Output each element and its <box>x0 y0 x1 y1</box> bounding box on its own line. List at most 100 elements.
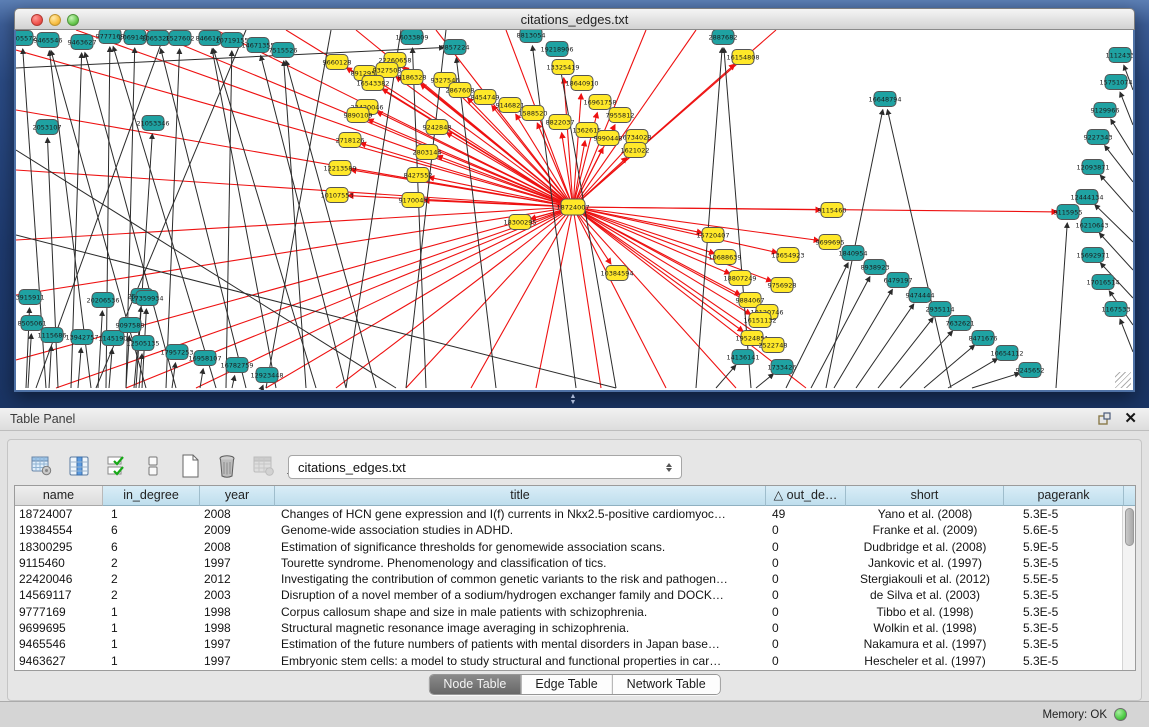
graph-node[interactable]: 2522748 <box>759 338 788 353</box>
table-cell[interactable]: 18300295 <box>15 539 103 555</box>
table-cell[interactable]: 14569117 <box>15 587 103 603</box>
table-cell[interactable]: 2009 <box>200 522 275 538</box>
table-cell[interactable]: 1 <box>103 636 200 652</box>
table-cell[interactable]: 0 <box>766 653 846 669</box>
graph-node[interactable]: 7632621 <box>946 316 975 331</box>
table-selector-dropdown[interactable]: citations_edges.txt <box>288 455 682 479</box>
table-row[interactable]: 1872400712008Changes of HCN gene express… <box>15 506 1122 522</box>
table-cell[interactable]: 9465546 <box>15 636 103 652</box>
graph-node[interactable]: 9242848 <box>423 120 452 135</box>
graph-node[interactable]: 1840954 <box>839 246 868 261</box>
table-cell[interactable]: Estimation of the future numbers of pati… <box>275 636 766 652</box>
table-cell[interactable]: 2 <box>103 587 200 603</box>
graph-node[interactable]: 2803144 <box>413 145 442 160</box>
graph-node[interactable]: 18640910 <box>565 76 598 91</box>
table-cell[interactable]: 0 <box>766 571 846 587</box>
graph-node[interactable]: 9990448 <box>594 131 623 146</box>
table-cell[interactable]: 5.3E-5 <box>1004 555 1124 571</box>
table-cell[interactable]: 9115460 <box>15 555 103 571</box>
table-cell[interactable]: de Silva et al. (2003) <box>846 587 1004 603</box>
graph-node[interactable]: 9756928 <box>768 278 797 293</box>
table-cell[interactable]: 0 <box>766 539 846 555</box>
graph-node[interactable]: 16154808 <box>726 50 759 65</box>
graph-node[interactable]: 13654923 <box>771 248 804 263</box>
graph-node[interactable]: 9474444 <box>906 288 935 303</box>
table-cell[interactable]: Jankovic et al. (1997) <box>846 555 1004 571</box>
tab-network-table[interactable]: Network Table <box>612 675 720 694</box>
column-header-title[interactable]: title <box>275 486 766 506</box>
graph-node[interactable]: 12093871 <box>1076 160 1109 175</box>
delete-table-icon[interactable] <box>215 454 239 478</box>
table-cell[interactable]: 0 <box>766 555 846 571</box>
float-window-icon[interactable] <box>1098 412 1112 426</box>
table-cell[interactable]: 2 <box>103 555 200 571</box>
graph-node[interactable]: 8427552 <box>404 168 433 183</box>
graph-node[interactable]: 16648794 <box>868 92 901 107</box>
graph-node[interactable]: 15720407 <box>696 228 729 243</box>
table-cell[interactable]: 6 <box>103 539 200 555</box>
table-cell[interactable]: 2008 <box>200 539 275 555</box>
panel-splitter[interactable]: ▲▼ <box>566 394 580 406</box>
table-cell[interactable]: 9463627 <box>15 653 103 669</box>
graph-node[interactable]: 3915911 <box>16 290 44 305</box>
table-cell[interactable]: Corpus callosum shape and size in male p… <box>275 604 766 620</box>
table-cell[interactable]: Stergiakouli et al. (2012) <box>846 571 1004 587</box>
table-cell[interactable]: 5.5E-5 <box>1004 571 1124 587</box>
table-row[interactable]: 969969511998Structural magnetic resonanc… <box>15 620 1122 636</box>
graph-node[interactable]: 13942757 <box>65 330 98 345</box>
column-header-pagerank[interactable]: pagerank <box>1004 486 1124 506</box>
graph-node[interactable]: 1115686 <box>38 328 67 343</box>
graph-node[interactable]: 9129966 <box>1091 103 1120 118</box>
column-chooser-icon[interactable] <box>67 454 91 478</box>
table-cell[interactable]: 5.3E-5 <box>1004 620 1124 636</box>
graph-node[interactable]: 8813054 <box>517 30 546 43</box>
table-cell[interactable]: 1 <box>103 506 200 522</box>
graph-node[interactable]: 9465546 <box>34 33 63 48</box>
graph-node[interactable]: 1527602 <box>166 31 195 46</box>
graph-node[interactable]: 8505061 <box>18 316 47 331</box>
tab-edge-table[interactable]: Edge Table <box>520 675 611 694</box>
table-cell[interactable]: 6 <box>103 522 200 538</box>
graph-node[interactable]: 9170043 <box>399 193 428 208</box>
graph-node[interactable]: 9227343 <box>1084 130 1113 145</box>
graph-node[interactable]: 9660128 <box>323 55 352 70</box>
table-cell[interactable]: Genome-wide association studies in ADHD. <box>275 522 766 538</box>
table-cell[interactable]: 18724007 <box>15 506 103 522</box>
graph-node[interactable]: 19218906 <box>540 42 573 57</box>
graph-node[interactable]: 10688639 <box>708 250 741 265</box>
graph-node[interactable]: 12444134 <box>1070 190 1103 205</box>
table-row[interactable]: 1830029562008Estimation of significance … <box>15 539 1122 555</box>
table-cell[interactable]: Tibbo et al. (1998) <box>846 604 1004 620</box>
table-cell[interactable]: 5.3E-5 <box>1004 653 1124 669</box>
table-cell[interactable]: 0 <box>766 522 846 538</box>
row-selection-icon[interactable] <box>104 454 128 478</box>
table-scrollbar[interactable] <box>1122 506 1135 670</box>
graph-node[interactable]: 18724007 <box>556 199 589 215</box>
table-cell[interactable]: 9699695 <box>15 620 103 636</box>
graph-node[interactable]: 2887682 <box>709 30 738 45</box>
graph-node[interactable]: 21053346 <box>136 116 169 131</box>
table-cell[interactable]: 1 <box>103 653 200 669</box>
table-cell[interactable]: 19384554 <box>15 522 103 538</box>
graph-node[interactable]: 9097588 <box>116 318 145 333</box>
table-cell[interactable]: 1997 <box>200 653 275 669</box>
graph-node[interactable]: 16961758 <box>583 95 616 110</box>
table-cell[interactable]: 5.3E-5 <box>1004 604 1124 620</box>
table-row[interactable]: 946362711997Embryonic stem cells: a mode… <box>15 653 1122 669</box>
table-cell[interactable]: 1997 <box>200 636 275 652</box>
scrollbar-thumb[interactable] <box>1125 508 1134 546</box>
table-settings-icon[interactable] <box>30 454 54 478</box>
graph-node[interactable]: 9463627 <box>68 35 97 50</box>
resize-grip[interactable] <box>1115 372 1131 388</box>
table-cell[interactable]: 1998 <box>200 604 275 620</box>
graph-node[interactable]: 1167533 <box>1102 302 1131 317</box>
column-header-short[interactable]: short <box>846 486 1004 506</box>
table-cell[interactable]: 0 <box>766 604 846 620</box>
table-cell[interactable]: 0 <box>766 620 846 636</box>
table-cell[interactable]: 49 <box>766 506 846 522</box>
graph-node[interactable]: 2718126 <box>336 133 365 148</box>
column-header-name[interactable]: name <box>15 486 103 506</box>
graph-node[interactable]: 7955812 <box>606 108 635 123</box>
table-cell[interactable]: Wolkin et al. (1998) <box>846 620 1004 636</box>
graph-node[interactable]: 10107553 <box>320 188 353 203</box>
